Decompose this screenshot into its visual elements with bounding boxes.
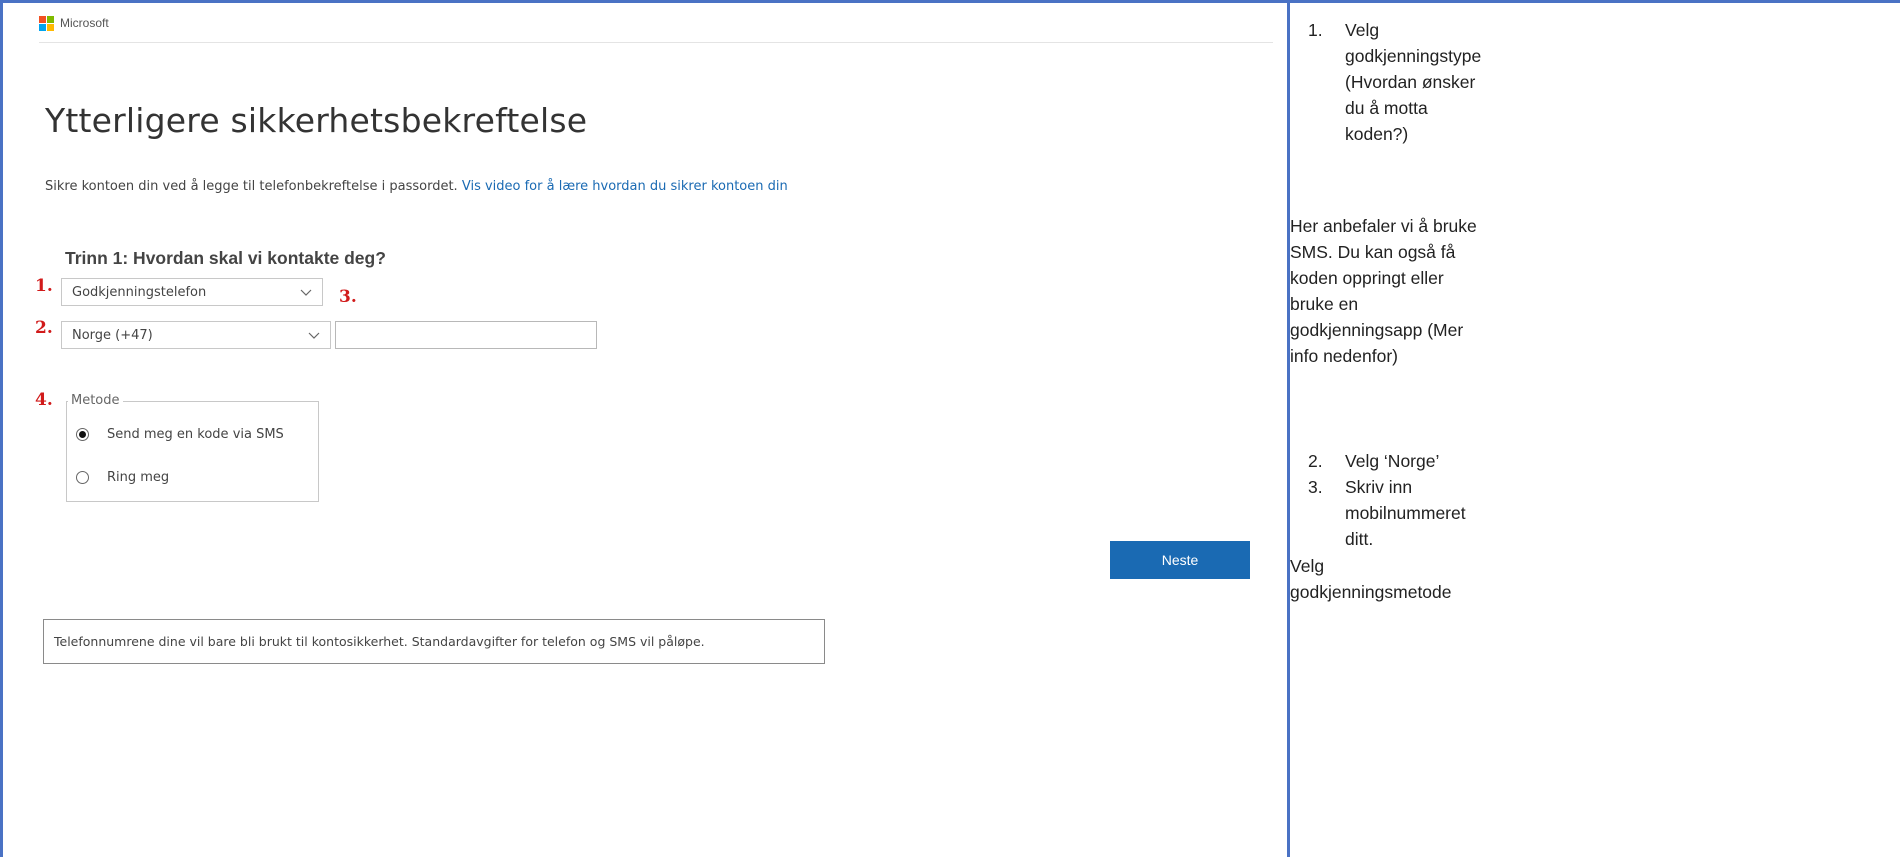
method-option-label: Send meg en kode via SMS [107,427,284,442]
instruction-line: Skriv inn [1345,477,1413,497]
header-divider [39,42,1273,43]
instruction-line: Her anbefaler vi å bruke [1290,216,1477,236]
microsoft-logo-icon [39,15,54,31]
instruction-line: Velg [1345,20,1380,40]
instruction-number: 3. [1308,477,1323,497]
instruction-line: (Hvordan ønsker [1345,72,1476,92]
page-title: Ytterligere sikkerhetsbekreftelse [45,101,588,140]
intro-text: Sikre kontoen din ved å legge til telefo… [45,179,788,194]
marker-1: 1. [35,276,53,296]
radio-call[interactable] [76,471,89,484]
marker-3: 3. [339,287,357,307]
instruction-text: Velg ‘Norge’ [1345,451,1440,471]
instruction-line: koden?) [1345,124,1409,144]
instruction-number: 2. [1308,451,1323,471]
country-select[interactable]: Norge (+47) [61,321,331,349]
marker-2: 2. [35,318,53,338]
method-option-label: Ring meg [107,470,170,485]
instruction-line: SMS. Du kan også få [1290,242,1456,262]
intro-description: Sikre kontoen din ved å legge til telefo… [45,179,458,194]
notice-box: Telefonnumrene dine vil bare bli brukt t… [43,619,825,664]
instruction-line: Velg [1290,556,1325,576]
video-help-link[interactable]: Vis video for å lære hvordan du sikrer k… [462,179,788,194]
instruction-line: ditt. [1345,529,1374,549]
brand-name: Microsoft [60,16,109,30]
instruction-number: 1. [1308,20,1323,40]
notice-text: Telefonnumrene dine vil bare bli brukt t… [54,634,705,649]
method-option-sms[interactable]: Send meg en kode via SMS [76,427,284,442]
instruction-text: Skriv inn mobilnummeret ditt. [1345,474,1545,552]
instruction-line: du å motta [1345,98,1428,118]
instruction-line: godkjenningsmetode [1290,582,1452,602]
instructions-panel: 1. Velg godkjenningstype (Hvordan ønsker… [1290,3,1900,857]
document-frame: Microsoft Ytterligere sikkerhetsbekrefte… [0,0,1900,857]
instruction-line: godkjenningstype [1345,46,1482,66]
instruction-paragraph: Her anbefaler vi å bruke SMS. Du kan ogs… [1290,213,1590,369]
phone-number-input[interactable] [335,321,597,349]
method-legend: Metode [68,393,123,408]
login-screenshot-panel: Microsoft Ytterligere sikkerhetsbekrefte… [3,3,1287,857]
instruction-text: Velg godkjenningstype (Hvordan ønsker du… [1345,17,1605,147]
instruction-line: bruke en [1290,294,1359,314]
auth-type-select[interactable]: Godkjenningstelefon [61,278,323,306]
instruction-line: godkjenningsapp (Mer [1290,320,1464,340]
instruction-line: koden oppringt eller [1290,268,1444,288]
instruction-line: info nedenfor) [1290,346,1398,366]
microsoft-header: Microsoft [39,14,109,32]
next-button[interactable]: Neste [1110,541,1250,579]
method-option-call[interactable]: Ring meg [76,470,169,485]
country-value: Norge (+47) [72,327,153,343]
auth-type-value: Godkjenningstelefon [72,284,207,300]
method-fieldset [66,401,319,502]
chevron-down-icon [308,332,320,339]
radio-sms[interactable] [76,428,89,441]
marker-4: 4. [35,390,53,410]
chevron-down-icon [300,289,312,296]
instruction-line: mobilnummeret [1345,503,1466,523]
step-heading: Trinn 1: Hvordan skal vi kontakte deg? [65,248,386,268]
instruction-final: Velg godkjenningsmetode [1290,553,1452,605]
